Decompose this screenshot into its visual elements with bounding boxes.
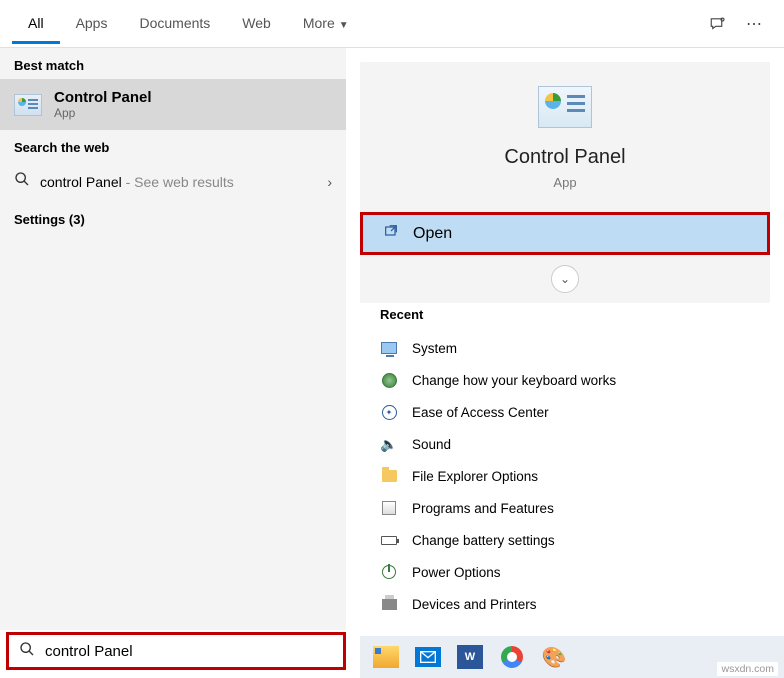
preview-title: Control Panel — [360, 146, 770, 169]
recent-item-ease-of-access[interactable]: ✦Ease of Access Center — [380, 396, 750, 428]
taskbar-file-explorer[interactable] — [372, 643, 400, 671]
results-panel: Best match Control Panel App Search the … — [0, 48, 346, 630]
globe-icon — [380, 371, 398, 389]
watermark: wsxdn.com — [717, 662, 778, 676]
search-icon — [19, 641, 35, 662]
preview-panel: Control Panel App Open ⌄ Recent System C… — [346, 48, 784, 630]
web-result-item[interactable]: control Panel - See web results › — [0, 161, 346, 202]
chevron-right-icon: › — [327, 174, 332, 190]
open-label: Open — [413, 225, 452, 243]
control-panel-icon — [14, 94, 42, 116]
expand-button[interactable]: ⌄ — [551, 265, 579, 293]
open-action-highlight: Open — [360, 212, 770, 255]
preview-subtitle: App — [360, 175, 770, 190]
power-icon — [380, 563, 398, 581]
control-panel-icon — [538, 86, 592, 128]
recent-item-sound[interactable]: 🔈Sound — [380, 428, 750, 460]
recent-item-system[interactable]: System — [380, 332, 750, 364]
taskbar-word[interactable]: W — [456, 643, 484, 671]
search-icon — [14, 171, 30, 192]
best-match-label: Best match — [0, 48, 346, 79]
taskbar-chrome[interactable] — [498, 643, 526, 671]
search-input[interactable] — [45, 643, 333, 660]
feedback-icon[interactable] — [708, 14, 728, 34]
recent-item-file-explorer[interactable]: File Explorer Options — [380, 460, 750, 492]
tab-all[interactable]: All — [12, 3, 60, 44]
recent-item-devices[interactable]: Devices and Printers — [380, 588, 750, 620]
battery-icon — [380, 531, 398, 549]
ease-icon: ✦ — [380, 403, 398, 421]
monitor-icon — [380, 339, 398, 357]
filter-tabs: All Apps Documents Web More▼ — [12, 3, 708, 44]
best-match-title: Control Panel — [54, 89, 152, 106]
speaker-icon: 🔈 — [380, 435, 398, 453]
chevron-down-icon: ⌄ — [560, 272, 570, 286]
recent-label: Recent — [360, 303, 770, 332]
tab-web[interactable]: Web — [226, 3, 287, 44]
folder-icon — [380, 467, 398, 485]
open-icon — [383, 223, 399, 244]
expand-section: ⌄ — [360, 265, 770, 293]
best-match-subtitle: App — [54, 106, 152, 120]
taskbar-paint[interactable]: 🎨 — [540, 643, 568, 671]
preview-card: Control Panel App Open ⌄ — [360, 62, 770, 303]
settings-label[interactable]: Settings (3) — [0, 202, 346, 233]
more-options-icon[interactable]: ⋯ — [744, 14, 764, 34]
best-match-item[interactable]: Control Panel App — [0, 79, 346, 130]
taskbar-mail[interactable] — [414, 643, 442, 671]
tab-more[interactable]: More▼ — [287, 3, 365, 44]
recent-list: System Change how your keyboard works ✦E… — [360, 332, 770, 620]
recent-item-programs[interactable]: Programs and Features — [380, 492, 750, 524]
web-result-text: control Panel - See web results — [40, 174, 317, 190]
recent-item-keyboard[interactable]: Change how your keyboard works — [380, 364, 750, 396]
recent-item-power[interactable]: Power Options — [380, 556, 750, 588]
tab-documents[interactable]: Documents — [123, 3, 226, 44]
tab-apps[interactable]: Apps — [60, 3, 124, 44]
box-icon — [380, 499, 398, 517]
search-box-highlight — [6, 632, 346, 670]
printer-icon — [380, 595, 398, 613]
chevron-down-icon: ▼ — [339, 20, 349, 31]
search-header: All Apps Documents Web More▼ ⋯ — [0, 0, 784, 48]
open-button[interactable]: Open — [363, 215, 767, 252]
search-web-label: Search the web — [0, 130, 346, 161]
recent-item-battery[interactable]: Change battery settings — [380, 524, 750, 556]
